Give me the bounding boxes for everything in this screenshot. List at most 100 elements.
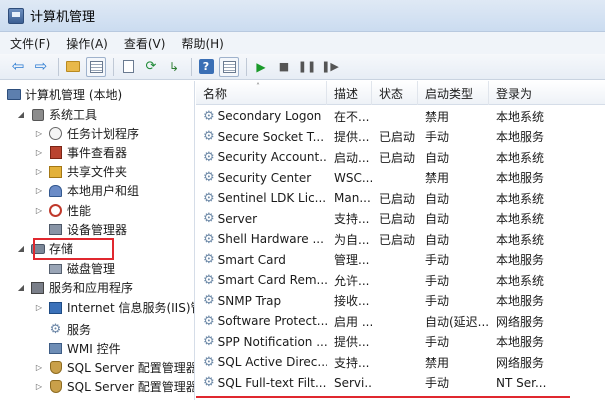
expand-triangle-icon[interactable]: ▷ <box>34 148 44 157</box>
cell-name: ⚙ Smart Card <box>196 250 327 271</box>
cell-logon-as: 本地系统 <box>489 147 605 168</box>
tree-node-local-users[interactable]: ▷ 本地用户和组 <box>34 181 139 200</box>
tree-node-label: 计算机管理 (本地) <box>25 88 123 102</box>
cell-startup-type: 手动 <box>418 373 489 394</box>
expand-triangle-icon[interactable]: ▷ <box>34 129 44 138</box>
table-row[interactable]: ⚙ Server 支持... 已启动 自动 本地系统 <box>196 209 605 230</box>
cell-logon-as-text: 本地服务 <box>496 294 545 309</box>
table-row[interactable]: ⚙ Secure Socket T... 提供... 已启动 手动 本地服务 <box>196 127 605 148</box>
menu-file[interactable]: 文件(F) <box>10 35 50 52</box>
services-apps-icon <box>30 281 45 295</box>
cell-startup-type-text: 自动 <box>425 212 450 227</box>
tree-node-root[interactable]: 计算机管理 (本地) <box>6 85 122 104</box>
properties-icon[interactable] <box>118 57 138 77</box>
tree-node-label: 性能 <box>67 204 92 218</box>
back-arrow-icon[interactable]: ⇦ <box>8 57 28 77</box>
table-row[interactable]: ⚙ Shell Hardware ... 为自... 已启动 自动 本地系统 <box>196 229 605 250</box>
cell-logon-as-text: 本地系统 <box>496 191 545 206</box>
sort-ascending-icon: ˄ <box>256 82 260 91</box>
services-list: 名称 ˄ 描述 状态 启动类型 登录为 ⚙ Secondary Logon 在不..… <box>196 81 605 400</box>
tree-node-sql-config-1[interactable]: ▷ SQL Server 配置管理器 <box>34 358 195 377</box>
tree-node-performance[interactable]: ▷ 性能 <box>34 201 91 220</box>
tree-node-wmi[interactable]: WMI 控件 <box>48 339 121 358</box>
cell-description-text: 支持... <box>334 355 370 370</box>
table-row[interactable]: ⚙ Software Protect... 启用 ... 自动(延迟... 网络服务 <box>196 311 605 332</box>
expand-triangle-icon[interactable]: ▷ <box>34 206 44 215</box>
clock-icon <box>48 127 63 141</box>
expand-triangle-icon[interactable]: ▷ <box>34 303 44 312</box>
restart-service-icon[interactable]: ❚▶ <box>320 57 340 77</box>
table-row[interactable]: ⚙ Smart Card Rem... 允许... 手动 本地系统 <box>196 270 605 291</box>
column-header-name[interactable]: 名称 ˄ <box>196 81 327 105</box>
menu-view[interactable]: 查看(V) <box>124 35 166 52</box>
collapse-triangle-icon[interactable]: ◢ <box>16 110 26 119</box>
toolbar-separator <box>113 57 114 76</box>
start-service-icon[interactable]: ▶ <box>251 57 271 77</box>
cell-logon-as-text: 网络服务 <box>496 355 545 370</box>
table-row[interactable]: ⚙ Sentinel LDK Lic... Man... 已启动 自动 本地系统 <box>196 188 605 209</box>
expand-triangle-icon[interactable]: ▷ <box>34 382 44 391</box>
cell-description-text: 启用 ... <box>334 314 372 329</box>
pause-service-icon[interactable]: ❚❚ <box>297 57 317 77</box>
cell-description-text: WSC... <box>334 170 372 185</box>
window-title: 计算机管理 <box>30 10 96 25</box>
column-header-logon-as[interactable]: 登录为 <box>489 81 605 105</box>
column-header-status[interactable]: 状态 <box>372 81 418 105</box>
up-folder-icon[interactable] <box>63 57 83 77</box>
computer-management-icon <box>8 7 24 24</box>
table-row[interactable]: ⚙ Secondary Logon 在不... 禁用 本地系统 <box>196 106 605 127</box>
expand-triangle-icon[interactable]: ▷ <box>34 363 44 372</box>
cell-name: ⚙ SQL Active Direc... <box>196 352 327 373</box>
cell-startup-type: 自动(延迟... <box>418 311 489 332</box>
column-header-label: 状态 <box>379 86 404 101</box>
cell-startup-type: 手动 <box>418 127 489 148</box>
show-hide-action-pane-icon[interactable] <box>219 56 239 77</box>
table-row[interactable]: ⚙ Security Account... 启动... 已启动 自动 本地系统 <box>196 147 605 168</box>
cell-name: ⚙ Server <box>196 209 327 230</box>
stop-service-icon[interactable]: ■ <box>274 57 294 77</box>
table-row[interactable]: ⚙ Security Center WSC... 禁用 本地服务 <box>196 168 605 189</box>
table-row[interactable]: ⚙ SNMP Trap 接收... 手动 本地服务 <box>196 291 605 312</box>
tree-node-event-viewer[interactable]: ▷ 事件查看器 <box>34 143 127 162</box>
expand-triangle-icon[interactable]: ▷ <box>34 186 44 195</box>
toolbar-separator <box>58 57 59 76</box>
tree-node-task-scheduler[interactable]: ▷ 任务计划程序 <box>34 124 139 143</box>
expand-triangle-icon[interactable]: ▷ <box>34 167 44 176</box>
tree-node-label: 本地用户和组 <box>67 184 140 198</box>
menu-help[interactable]: 帮助(H) <box>181 35 223 52</box>
column-header-startup-type[interactable]: 启动类型 <box>418 81 489 105</box>
collapse-triangle-icon[interactable]: ◢ <box>16 283 26 292</box>
service-gear-icon: ⚙ <box>203 272 215 288</box>
cell-name-text: Smart Card <box>217 252 286 267</box>
cell-logon-as: 本地系统 <box>489 270 605 291</box>
cell-description-text: 在不... <box>334 109 370 124</box>
show-hide-tree-icon[interactable] <box>86 56 106 77</box>
cell-description: WSC... <box>327 168 372 189</box>
column-header-description[interactable]: 描述 <box>327 81 372 105</box>
tools-icon <box>30 108 45 122</box>
table-row[interactable]: ⚙ Smart Card 管理... 手动 本地服务 <box>196 250 605 271</box>
menu-action[interactable]: 操作(A) <box>66 35 108 52</box>
forward-arrow-icon[interactable]: ⇨ <box>31 57 51 77</box>
tree-node-services-apps[interactable]: ◢ 服务和应用程序 <box>16 278 133 297</box>
tree-node-label: SQL Server 配置管理器 <box>67 361 195 375</box>
cell-description: Servi... <box>327 373 372 394</box>
tree-node-system-tools[interactable]: ◢ 系统工具 <box>16 105 97 124</box>
tree-node-disk-management[interactable]: 磁盘管理 <box>48 259 115 278</box>
tree-node-services[interactable]: ⚙ 服务 <box>48 320 91 339</box>
export-list-icon[interactable]: ↳ <box>164 57 184 77</box>
table-row[interactable]: ⚙ SQL Active Direc... 支持... 禁用 网络服务 <box>196 352 605 373</box>
tree-node-sql-config-2[interactable]: ▷ SQL Server 配置管理器 <box>34 377 194 396</box>
help-icon[interactable]: ? <box>196 57 216 77</box>
table-row[interactable]: ⚙ SQL Full-text Filt... Servi... 手动 NT Ser..… <box>196 373 605 394</box>
tree-node-shared-folders[interactable]: ▷ 共享文件夹 <box>34 162 127 181</box>
cell-status <box>372 291 418 312</box>
cell-startup-type-text: 手动 <box>425 253 450 268</box>
tree-node-device-manager[interactable]: 设备管理器 <box>48 220 127 239</box>
collapse-triangle-icon[interactable]: ◢ <box>16 244 26 253</box>
cell-description: Man... <box>327 188 372 209</box>
tree-node-iis[interactable]: ▷ Internet 信息服务(IIS)管 <box>34 298 194 317</box>
table-row[interactable]: ⚙ SPP Notification ... 提供... 手动 本地服务 <box>196 332 605 353</box>
refresh-icon[interactable]: ⟳ <box>141 57 161 77</box>
highlight-underline <box>196 396 570 398</box>
